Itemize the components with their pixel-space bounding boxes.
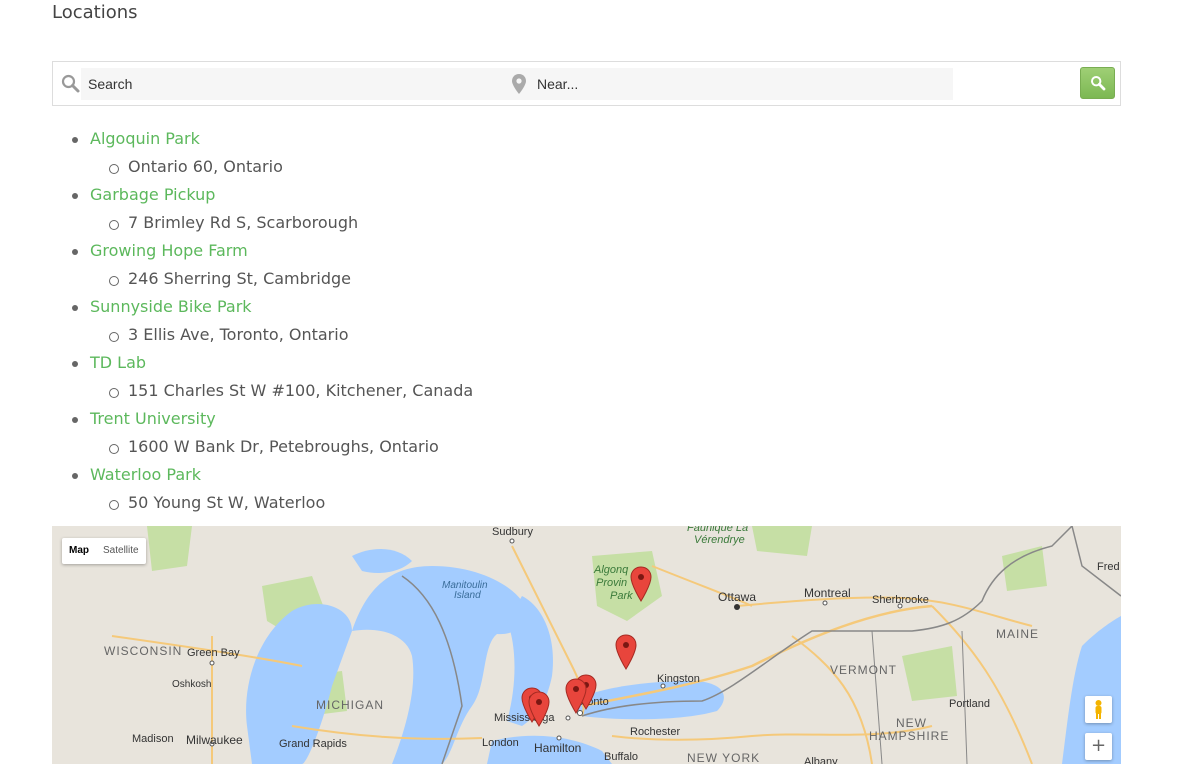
location-link[interactable]: TD Lab (90, 353, 146, 372)
map[interactable]: Sudbury Faunique La Vérendrye Fred Manit… (52, 526, 1121, 764)
pegman-icon (1095, 700, 1102, 719)
location-address-item: 1600 W Bank Dr, Petebroughs, Ontario (109, 437, 439, 456)
list-item: Sunnyside Bike Park 3 Ellis Ave, Toronto… (52, 293, 752, 349)
near-field-wrap (529, 68, 953, 100)
map-label: London (482, 737, 519, 749)
list-item: Growing Hope Farm 246 Sherring St, Cambr… (52, 237, 752, 293)
map-marker[interactable] (630, 566, 652, 602)
zoom-in-button[interactable]: + (1085, 733, 1112, 760)
location-link[interactable]: Trent University (90, 409, 216, 428)
map-label: Rochester (630, 726, 681, 738)
map-canvas[interactable] (52, 526, 1121, 764)
search-field-wrap (81, 68, 529, 100)
map-label: WISCONSIN (104, 644, 183, 658)
street-view-button[interactable] (1085, 696, 1112, 723)
location-address: 1600 W Bank Dr, Petebroughs, Ontario (128, 437, 439, 456)
map-label: Faunique La (687, 526, 749, 534)
locations-list: Algoquin Park Ontario 60, Ontario Garbag… (52, 125, 752, 517)
map-label: Vérendrye (694, 534, 745, 546)
location-link[interactable]: Waterloo Park (90, 465, 201, 484)
map-label: Albany (804, 756, 838, 764)
map-label: Hamilton (534, 741, 582, 755)
list-item: Garbage Pickup 7 Brimley Rd S, Scarborou… (52, 181, 752, 237)
map-label: Provin (596, 577, 628, 589)
location-address-item: 50 Young St W, Waterloo (108, 493, 326, 512)
list-item: Waterloo Park 50 Young St W, Waterloo (52, 461, 752, 517)
location-address: 50 Young St W, Waterloo (128, 493, 326, 512)
map-marker[interactable] (528, 691, 550, 727)
map-label: Ottawa (718, 590, 757, 604)
location-address-item: 246 Sherring St, Cambridge (109, 269, 351, 288)
map-label: VERMONT (830, 663, 897, 677)
search-icon (61, 74, 80, 93)
map-label: Fred (1097, 561, 1120, 573)
map-label: Island (454, 590, 481, 601)
location-link[interactable]: Sunnyside Bike Park (90, 297, 252, 316)
map-type-satellite-button[interactable]: Satellite (96, 538, 146, 564)
location-address: Ontario 60, Ontario (128, 157, 283, 176)
map-label: MICHIGAN (316, 698, 384, 712)
page-title: Locations (52, 2, 138, 23)
map-label: NEW YORK (687, 751, 761, 764)
list-item: Trent University 1600 W Bank Dr, Petebro… (52, 405, 752, 461)
location-address-item: 3 Ellis Ave, Toronto, Ontario (108, 325, 349, 344)
map-label: Montreal (804, 586, 851, 600)
location-link[interactable]: Garbage Pickup (90, 185, 215, 204)
map-label: Algonq (594, 564, 629, 576)
location-address-item: 7 Brimley Rd S, Scarborough (108, 213, 359, 232)
location-address-item: Ontario 60, Ontario (109, 157, 283, 176)
map-label: NEW (896, 716, 927, 730)
near-input[interactable] (529, 68, 953, 100)
map-label: Grand Rapids (279, 738, 347, 750)
location-address-item: 151 Charles St W #100, Kitchener, Canada (108, 381, 474, 400)
list-item: Algoquin Park Ontario 60, Ontario (52, 125, 752, 181)
location-address: 151 Charles St W #100, Kitchener, Canada (128, 381, 474, 400)
map-label: Buffalo (604, 751, 639, 763)
location-link[interactable]: Algoquin Park (90, 129, 200, 148)
map-label: Green Bay (187, 647, 240, 659)
search-button[interactable] (1080, 67, 1115, 99)
map-label: Sherbrooke (872, 594, 929, 606)
map-label: HAMPSHIRE (869, 729, 950, 743)
map-marker[interactable] (565, 678, 587, 714)
map-label: Sudbury (492, 526, 533, 538)
search-bar (52, 61, 1121, 106)
map-marker[interactable] (615, 634, 637, 670)
map-type-map-button[interactable]: Map (62, 538, 96, 564)
location-link[interactable]: Growing Hope Farm (90, 241, 248, 260)
map-type-control: Map Satellite (62, 538, 146, 564)
map-label: MAINE (996, 627, 1040, 641)
location-address: 7 Brimley Rd S, Scarborough (128, 213, 359, 232)
search-input[interactable] (81, 68, 529, 100)
list-item: TD Lab 151 Charles St W #100, Kitchener,… (52, 349, 752, 405)
map-label: Oshkosh (172, 679, 212, 690)
map-label: Madison (132, 733, 174, 745)
location-address: 246 Sherring St, Cambridge (128, 269, 351, 288)
map-label: Portland (949, 698, 990, 710)
search-icon (1091, 76, 1106, 91)
location-pin-icon (512, 74, 526, 94)
location-address: 3 Ellis Ave, Toronto, Ontario (128, 325, 349, 344)
map-label: Kingston (657, 673, 700, 685)
map-label: Milwaukee (186, 733, 243, 747)
